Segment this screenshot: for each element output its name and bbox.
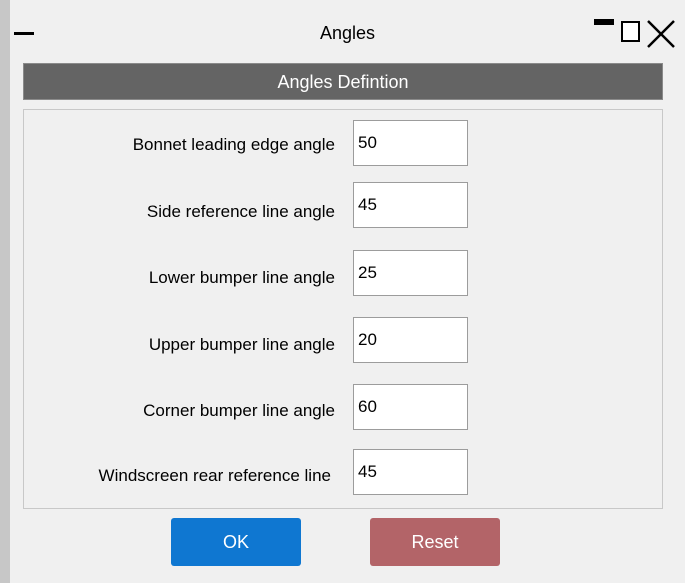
maximize-icon[interactable] (621, 21, 640, 42)
angles-window: Angles Angles Defintion Bonnet leading e… (0, 0, 685, 583)
windscreen-rear-reference-label: Windscreen rear reference line (98, 466, 331, 485)
angles-panel (23, 109, 663, 509)
upper-bumper-line-input[interactable] (353, 317, 468, 363)
bonnet-leading-edge-label: Bonnet leading edge angle (132, 135, 335, 154)
close-icon[interactable] (644, 17, 678, 51)
section-header: Angles Defintion (23, 63, 663, 100)
window-title: Angles (319, 23, 376, 43)
bonnet-leading-edge-input[interactable] (353, 120, 468, 166)
windscreen-rear-reference-input[interactable] (353, 449, 468, 495)
side-reference-line-label: Side reference line angle (146, 202, 335, 221)
upper-bumper-line-label: Upper bumper line angle (148, 335, 335, 354)
side-reference-line-input[interactable] (353, 182, 468, 228)
lower-bumper-line-label: Lower bumper line angle (148, 268, 335, 287)
lower-bumper-line-input[interactable] (353, 250, 468, 296)
corner-bumper-line-label: Corner bumper line angle (143, 401, 335, 420)
corner-bumper-line-input[interactable] (353, 384, 468, 430)
ok-button[interactable]: OK (171, 518, 301, 566)
reset-button[interactable]: Reset (370, 518, 500, 566)
minimize-icon[interactable] (594, 19, 614, 25)
window-left-border (0, 0, 10, 583)
title-bar[interactable]: Angles (10, 14, 685, 54)
